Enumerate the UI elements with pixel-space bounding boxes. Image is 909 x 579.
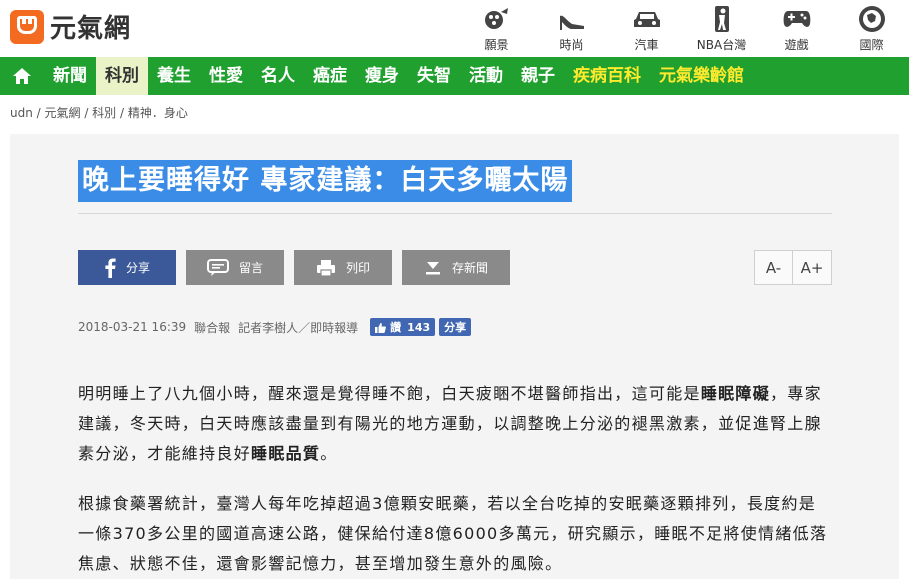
channel-auto[interactable]: 汽車 bbox=[609, 4, 684, 53]
main-nav: 新聞 科別 養生 性愛 名人 癌症 瘦身 失智 活動 親子 疾病百科 元氣樂齡館 bbox=[0, 57, 909, 95]
channel-label: 汽車 bbox=[634, 38, 659, 52]
gamepad-icon bbox=[759, 4, 834, 34]
nav-item-news[interactable]: 新聞 bbox=[44, 57, 96, 95]
site-logo[interactable]: 元氣網 bbox=[10, 8, 131, 45]
channel-games[interactable]: 遊戲 bbox=[759, 4, 834, 53]
nav-item-senior[interactable]: 元氣樂齡館 bbox=[650, 57, 753, 95]
channel-vision[interactable]: 願景 bbox=[459, 4, 534, 53]
nav-item-departments[interactable]: 科別 bbox=[96, 57, 148, 95]
channel-label: 願景 bbox=[484, 38, 509, 52]
logo-icon bbox=[10, 9, 44, 44]
nav-item-events[interactable]: 活動 bbox=[460, 57, 512, 95]
like-button[interactable]: 讚 143 bbox=[370, 318, 436, 336]
font-size-controls: A- A+ bbox=[754, 250, 832, 285]
nav-item-celebrity[interactable]: 名人 bbox=[252, 57, 304, 95]
channel-label: 國際 bbox=[859, 38, 884, 52]
nav-item-disease-encyclopedia[interactable]: 疾病百科 bbox=[564, 57, 650, 95]
channel-world[interactable]: 國際 bbox=[834, 4, 909, 53]
like-label: 讚 bbox=[390, 321, 402, 334]
title-divider bbox=[78, 213, 832, 214]
facebook-share-button[interactable]: 分享 bbox=[78, 250, 176, 285]
nba-icon bbox=[684, 4, 759, 34]
logo-text: 元氣網 bbox=[50, 14, 132, 44]
article-paragraph: 根據食藥署統計，臺灣人每年吃掉超過3億顆安眠藥，若以全台吃掉的安眠藥逐顆排列，長… bbox=[78, 494, 828, 573]
channel-label: 遊戲 bbox=[784, 38, 809, 52]
nav-item-sex[interactable]: 性愛 bbox=[200, 57, 252, 95]
vision-icon bbox=[459, 4, 534, 34]
nav-item-dementia[interactable]: 失智 bbox=[408, 57, 460, 95]
print-label: 列印 bbox=[345, 261, 370, 275]
download-icon bbox=[424, 259, 442, 277]
comment-button[interactable]: 留言 bbox=[186, 250, 284, 285]
nav-item-parenting[interactable]: 親子 bbox=[512, 57, 564, 95]
article-title: 晚上要睡得好 專家建議：白天多曬太陽 bbox=[78, 160, 573, 202]
keyword-link[interactable]: 睡眠障礙 bbox=[701, 384, 770, 403]
top-channel-links: 願景 時尚 汽車 NBA台灣 遊戲 國際 bbox=[459, 4, 909, 53]
share-label: 分享 bbox=[125, 261, 150, 275]
channel-nba[interactable]: NBA台灣 bbox=[684, 4, 759, 53]
keyword-link[interactable]: 睡眠品質 bbox=[251, 444, 320, 463]
car-icon bbox=[609, 4, 684, 34]
top-header: 元氣網 願景 時尚 汽車 NBA台灣 遊戲 國際 bbox=[0, 0, 909, 56]
channel-label: 時尚 bbox=[559, 38, 584, 52]
high-heel-icon bbox=[534, 4, 609, 34]
text-span: 明明睡上了八九個小時，醒來還是覺得睡不飽，白天疲睏不堪醫師指出，這可能是 bbox=[78, 384, 701, 403]
article-meta: 2018-03-21 16:39 聯合報 記者李樹人／即時報導 讚 143 分享 bbox=[78, 318, 472, 336]
printer-icon bbox=[316, 259, 336, 277]
small-share-button[interactable]: 分享 bbox=[439, 318, 472, 336]
text-span: 。 bbox=[320, 444, 338, 463]
save-news-button[interactable]: 存新聞 bbox=[402, 250, 510, 285]
globe-icon bbox=[834, 4, 909, 34]
font-smaller-button[interactable]: A- bbox=[755, 251, 794, 284]
comment-label: 留言 bbox=[238, 261, 263, 275]
home-icon[interactable] bbox=[0, 57, 44, 95]
channel-fashion[interactable]: 時尚 bbox=[534, 4, 609, 53]
save-label: 存新聞 bbox=[451, 261, 488, 275]
like-count: 143 bbox=[407, 320, 431, 334]
reporter-name: 記者李樹人／即時報導 bbox=[238, 320, 359, 335]
facebook-icon bbox=[104, 258, 116, 278]
source-name: 聯合報 bbox=[194, 320, 231, 335]
nav-item-wellness[interactable]: 養生 bbox=[148, 57, 200, 95]
nav-item-cancer[interactable]: 癌症 bbox=[304, 57, 356, 95]
breadcrumb[interactable]: udn / 元氣網 / 科別 / 精神．身心 bbox=[10, 104, 188, 121]
print-button[interactable]: 列印 bbox=[294, 250, 392, 285]
publish-date: 2018-03-21 16:39 bbox=[78, 320, 187, 334]
nav-item-slimming[interactable]: 瘦身 bbox=[356, 57, 408, 95]
comment-icon bbox=[206, 258, 229, 277]
font-larger-button[interactable]: A+ bbox=[793, 251, 831, 284]
channel-label: NBA台灣 bbox=[696, 38, 747, 52]
thumbs-up-icon bbox=[375, 322, 387, 333]
article-paragraph: 明明睡上了八九個小時，醒來還是覺得睡不飽，白天疲睏不堪醫師指出，這可能是睡眠障礙… bbox=[78, 379, 832, 469]
